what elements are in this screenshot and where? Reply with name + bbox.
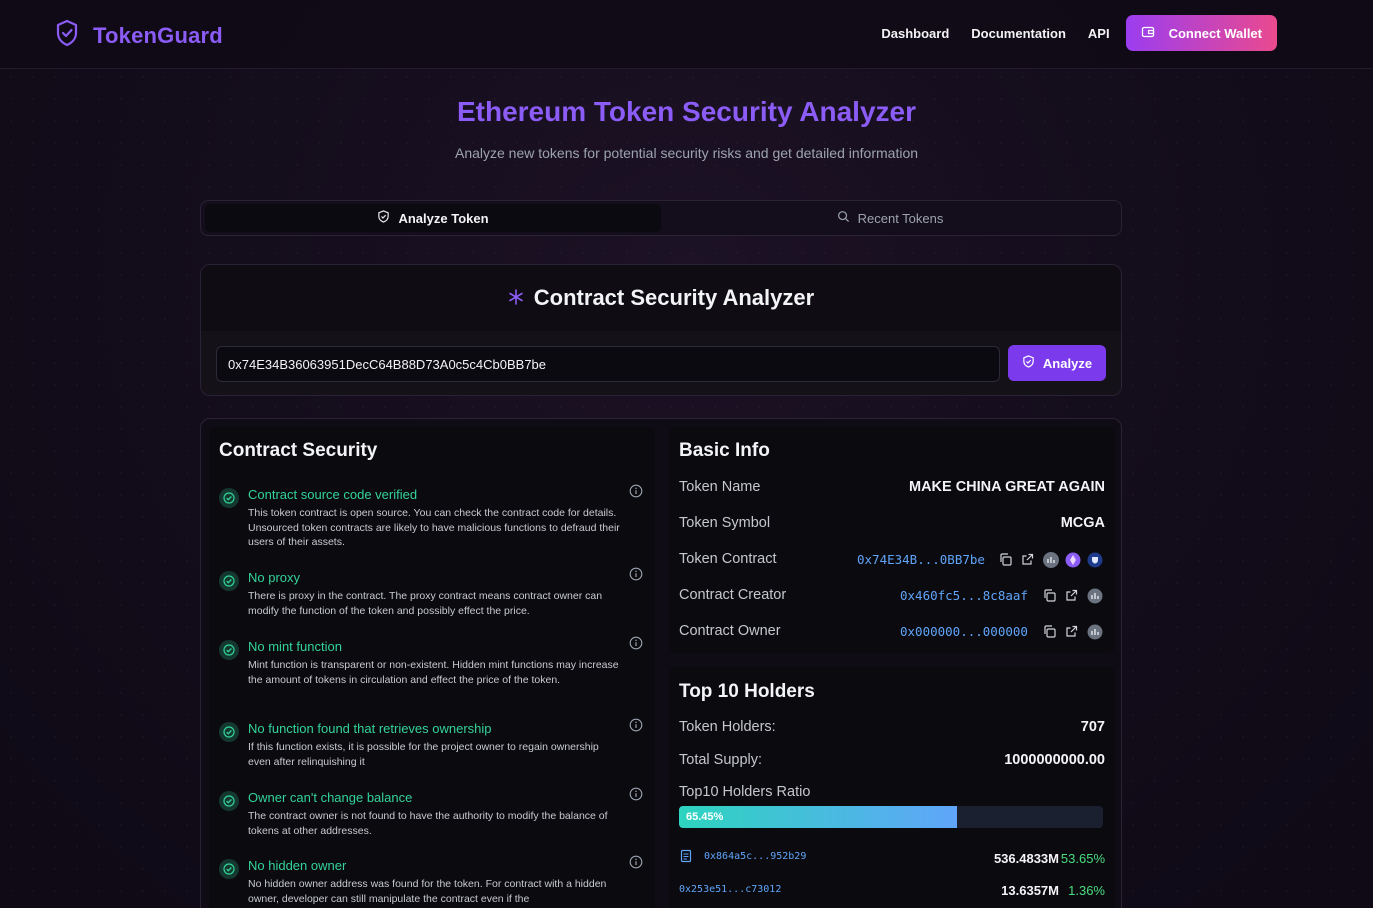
holders-ratio-bar: 65.45%: [679, 806, 1103, 828]
brand-name: TokenGuard: [93, 22, 223, 48]
connect-wallet-label: Connect Wallet: [1168, 25, 1262, 41]
token-contract-link[interactable]: 0x74E34B...0BB7be: [857, 552, 985, 567]
copy-icon[interactable]: [998, 552, 1014, 568]
security-item-title: No mint function: [248, 639, 342, 654]
top-navbar: TokenGuard Dashboard Documentation API C…: [0, 0, 1373, 69]
analyze-button[interactable]: Analyze: [1008, 345, 1106, 381]
shield-icon: [377, 210, 390, 226]
nav-documentation-link[interactable]: Documentation: [971, 26, 1066, 41]
contract-security-title: Contract Security: [219, 440, 378, 461]
security-item-desc: Mint function is transparent or non-exis…: [248, 659, 619, 686]
shield-icon: [1022, 355, 1035, 371]
info-icon[interactable]: [629, 567, 643, 586]
token-symbol-label: Token Symbol: [679, 515, 771, 531]
security-item-desc: If this function exists, it is possible …: [248, 741, 599, 768]
copy-icon[interactable]: [1042, 624, 1058, 640]
token-holders-label: Token Holders:: [679, 719, 776, 735]
security-item-title: Contract source code verified: [248, 487, 418, 502]
analyzer-title: Contract Security Analyzer: [533, 285, 815, 310]
total-supply-label: Total Supply:: [679, 752, 763, 768]
page-subtitle: Analyze new tokens for potential securit…: [454, 145, 919, 161]
top-holders-panel: Top 10 Holders Token Holders: 707 Total …: [669, 667, 1115, 908]
nav-menu: Dashboard Documentation API Connect Wall…: [881, 15, 1277, 51]
contract-document-icon: [679, 849, 693, 868]
token-name-label: Token Name: [679, 479, 761, 495]
info-icon[interactable]: [629, 636, 643, 655]
analyzer-header: Contract Security Analyzer: [201, 265, 1121, 331]
holder-address-link[interactable]: 0x864a5c...952b29: [704, 851, 806, 862]
nav-dashboard-link[interactable]: Dashboard: [881, 26, 949, 41]
contract-creator-link[interactable]: 0x460fc5...8c8aaf: [900, 588, 1028, 603]
results-container: Contract Security Contract source code v…: [200, 418, 1122, 908]
check-circle-icon: [219, 488, 239, 508]
wallet-icon: [1141, 25, 1155, 42]
security-item-desc: This token contract is open source. You …: [248, 507, 620, 548]
security-item-desc: The contract owner is not found to have …: [248, 810, 608, 837]
token-contract-label: Token Contract: [679, 551, 777, 567]
analyzer-card: Contract Security Analyzer Analyze: [200, 264, 1122, 396]
security-item-desc: No hidden owner address was found for th…: [248, 878, 607, 905]
total-supply-value: 1000000000.00: [1004, 752, 1105, 768]
holder-amount: 536.4833M: [993, 851, 1059, 866]
contract-security-panel: Contract Security Contract source code v…: [209, 427, 655, 908]
tab-analyze-label: Analyze Token: [398, 210, 489, 226]
security-item-title: No hidden owner: [248, 858, 347, 873]
shield-logo-icon: [55, 19, 79, 52]
info-icon[interactable]: [629, 787, 643, 806]
connect-wallet-button[interactable]: Connect Wallet: [1125, 15, 1277, 51]
brand-logo[interactable]: TokenGuard: [55, 19, 223, 52]
basic-info-panel: Basic Info Token Name MAKE CHINA GREAT A…: [669, 427, 1115, 653]
ethereum-icon[interactable]: [1065, 552, 1081, 568]
top-holders-title: Top 10 Holders: [679, 681, 815, 702]
external-link-icon[interactable]: [1064, 588, 1080, 604]
holder-percent: 1.36%: [1068, 883, 1105, 898]
contract-owner-label: Contract Owner: [679, 623, 781, 639]
etherscan-icon[interactable]: [1043, 552, 1059, 568]
tab-recent-label: Recent Tokens: [857, 210, 944, 226]
info-icon[interactable]: [629, 718, 643, 737]
token-symbol-value: MCGA: [1060, 515, 1105, 531]
holders-ratio-text: 65.45%: [686, 811, 724, 823]
check-circle-icon: [219, 722, 239, 742]
basic-info-title: Basic Info: [679, 440, 770, 461]
analyze-button-label: Analyze: [1042, 355, 1093, 371]
contract-creator-label: Contract Creator: [679, 587, 787, 603]
contract-owner-link[interactable]: 0x000000...000000: [900, 624, 1028, 639]
page-title: Ethereum Token Security Analyzer: [456, 96, 917, 127]
check-circle-icon: [219, 791, 239, 811]
tab-analyze-token[interactable]: Analyze Token: [205, 204, 661, 232]
etherscan-icon[interactable]: [1087, 624, 1103, 640]
nav-api-link[interactable]: API: [1088, 26, 1110, 41]
check-circle-icon: [219, 859, 239, 879]
token-holders-value: 707: [1080, 719, 1105, 735]
holder-address-link[interactable]: 0x253e51...c73012: [679, 884, 781, 895]
security-item-title: No function found that retrieves ownersh…: [248, 721, 492, 736]
search-icon: [837, 210, 850, 226]
etherscan-icon[interactable]: [1087, 588, 1103, 604]
analyzer-form: Analyze: [201, 331, 1121, 395]
security-item-desc: There is proxy in the contract. The prox…: [248, 590, 603, 617]
dextools-icon[interactable]: [1087, 552, 1103, 568]
holder-amount: 13.6357M: [1001, 883, 1059, 898]
info-icon[interactable]: [629, 855, 643, 874]
check-circle-icon: [219, 640, 239, 660]
tab-recent-tokens[interactable]: Recent Tokens: [662, 204, 1118, 232]
check-circle-icon: [219, 571, 239, 591]
tab-bar: Analyze Token Recent Tokens: [200, 200, 1122, 236]
external-link-icon[interactable]: [1064, 624, 1080, 640]
security-item-title: No proxy: [248, 570, 301, 585]
contract-address-input[interactable]: [216, 346, 1000, 382]
external-link-icon[interactable]: [1020, 552, 1036, 568]
holders-ratio-fill: 65.45%: [679, 806, 957, 828]
holders-ratio-label: Top10 Holders Ratio: [679, 784, 811, 800]
security-item-title: Owner can't change balance: [248, 790, 413, 805]
token-name-value: MAKE CHINA GREAT AGAIN: [908, 479, 1105, 495]
holder-percent: 53.65%: [1060, 851, 1105, 866]
sparkle-icon: [508, 285, 524, 311]
info-icon[interactable]: [629, 484, 643, 503]
copy-icon[interactable]: [1042, 588, 1058, 604]
